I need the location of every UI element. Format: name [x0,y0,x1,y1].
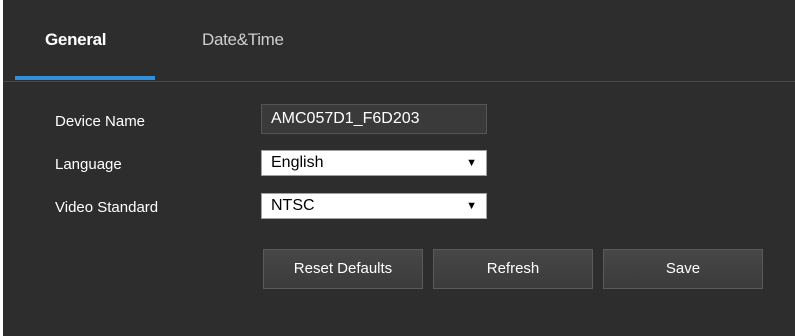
active-tab-indicator [15,76,155,80]
language-label: Language [55,156,122,173]
tab-date-time[interactable]: Date&Time [202,30,284,50]
device-name-label: Device Name [55,113,146,130]
reset-defaults-button[interactable]: Reset Defaults [263,249,423,289]
caret-down-icon: ▼ [466,200,477,212]
tab-general[interactable]: General [45,30,107,50]
save-button[interactable]: Save [603,249,763,289]
language-select[interactable]: English ▼ [261,150,487,176]
video-standard-selected-value: NTSC [271,197,315,214]
tab-bar: General Date&Time [3,0,795,82]
general-settings-panel: General Date&Time Device Name AMC057D1_F… [3,0,795,336]
device-name-field[interactable]: AMC057D1_F6D203 [261,104,487,134]
language-selected-value: English [271,154,324,171]
caret-down-icon: ▼ [466,157,477,169]
refresh-button[interactable]: Refresh [433,249,593,289]
video-standard-select[interactable]: NTSC ▼ [261,193,487,219]
video-standard-label: Video Standard [55,199,159,216]
